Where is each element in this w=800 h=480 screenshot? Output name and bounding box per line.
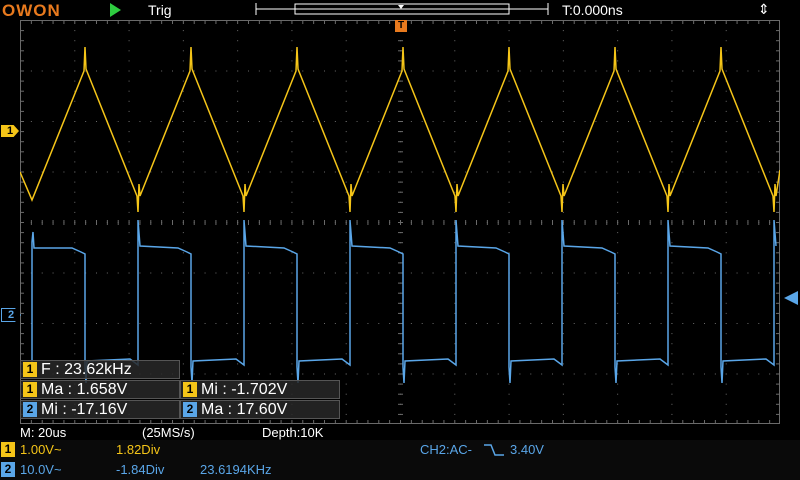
memory-position-bar[interactable] — [255, 2, 549, 16]
measurement-value: F : 23.62kHz — [41, 361, 132, 378]
ch2-badge[interactable]: 2 — [1, 462, 15, 477]
usb-icon: ⇕ — [758, 1, 770, 17]
status-bar: OWON Trig T:0.000ns ⇕ — [0, 0, 800, 20]
timebase[interactable]: M: 20us — [20, 425, 66, 440]
ch2-offset-marker[interactable]: 2 — [1, 308, 21, 322]
ch1-offset-marker[interactable]: 1 — [1, 125, 19, 137]
channel-badge: 1 — [183, 382, 197, 397]
ch2-position: -1.84Div — [116, 462, 165, 477]
channel-badge: 2 — [183, 402, 197, 417]
measurement-value: Ma : 1.658V — [41, 381, 128, 398]
channel-info-panel: 1 1.00V~ 1.82Div 2 10.0V~ -1.84Div 23.61… — [0, 440, 800, 480]
brand-logo: OWON — [2, 1, 61, 20]
memory-depth[interactable]: Depth:10K — [262, 425, 323, 440]
falling-edge-icon — [484, 444, 504, 456]
measurement-value: Mi : -17.16V — [41, 401, 128, 418]
trigger-status: Trig — [148, 2, 172, 18]
sample-rate: (25MS/s) — [142, 425, 195, 440]
ch2-waveform — [31, 219, 777, 384]
channel-badge: 1 — [23, 382, 37, 397]
ch1-badge[interactable]: 1 — [1, 442, 15, 457]
channel-badge: 1 — [23, 362, 37, 377]
ch2-scale[interactable]: 10.0V~ — [20, 462, 62, 477]
trigger-level-marker[interactable] — [784, 291, 798, 305]
trigger-level[interactable]: 3.40V — [510, 442, 544, 457]
measurement-ch2-min[interactable]: 2 Mi : -17.16V — [20, 400, 180, 419]
measurement-ch1-max[interactable]: 1 Ma : 1.658V — [20, 380, 180, 399]
acquisition-info: M: 20us (25MS/s) Depth:10K — [0, 424, 800, 440]
measurement-ch1-min[interactable]: 1 Mi : -1.702V — [180, 380, 340, 399]
trigger-time-offset: T:0.000ns — [562, 2, 623, 18]
ch1-position: 1.82Div — [116, 442, 161, 457]
channel-badge: 2 — [23, 402, 37, 417]
trigger-position-marker[interactable]: T — [395, 20, 407, 32]
ch1-waveform — [20, 46, 780, 213]
measurement-ch2-max[interactable]: 2 Ma : 17.60V — [180, 400, 340, 419]
measurement-value: Ma : 17.60V — [201, 401, 288, 418]
trigger-source[interactable]: CH2:AC- — [420, 442, 472, 457]
ch2-frequency: 23.6194KHz — [200, 462, 272, 477]
ch1-scale[interactable]: 1.00V~ — [20, 442, 62, 457]
measurement-frequency[interactable]: 1 F : 23.62kHz — [20, 360, 180, 379]
measurement-value: Mi : -1.702V — [201, 381, 288, 398]
play-icon[interactable] — [110, 3, 121, 17]
